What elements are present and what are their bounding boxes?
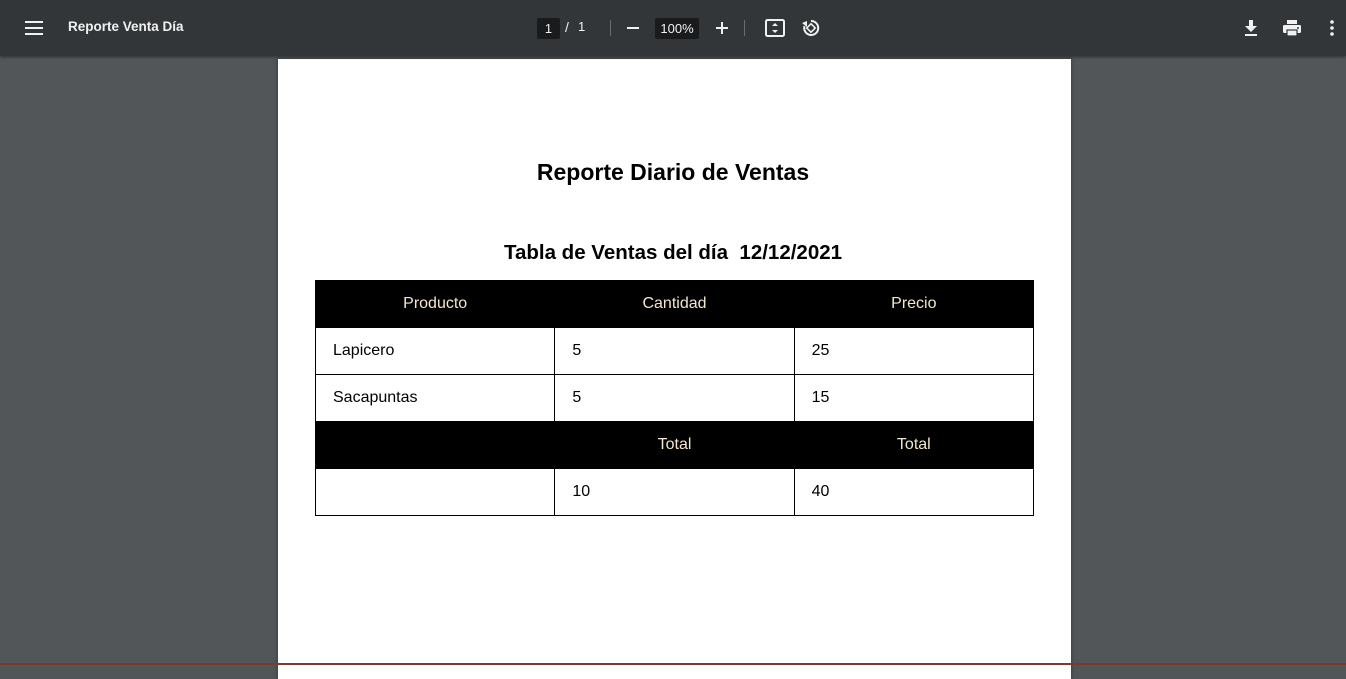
more-vertical-icon (1330, 20, 1334, 36)
column-header: Precio (794, 281, 1033, 328)
page-number-input[interactable] (537, 18, 560, 39)
fit-page-button[interactable] (761, 14, 789, 42)
page-separator: / (565, 19, 569, 35)
more-options-button[interactable] (1318, 14, 1346, 42)
total-header-cell: Total (555, 422, 794, 469)
menu-button[interactable] (20, 16, 48, 40)
table-row: Sacapuntas 5 15 (316, 375, 1034, 422)
column-header: Cantidad (555, 281, 794, 328)
print-icon (1282, 19, 1302, 37)
table-cell: 25 (794, 328, 1033, 375)
total-cell: 10 (555, 469, 794, 516)
column-header: Producto (316, 281, 555, 328)
zoom-in-button[interactable] (708, 14, 736, 42)
toolbar-divider (744, 20, 745, 36)
table-cell: 15 (794, 375, 1033, 422)
totals-row: 10 40 (316, 469, 1034, 516)
rotate-button[interactable] (797, 14, 825, 42)
report-subheading: Tabla de Ventas del día 12/12/2021 (278, 241, 1068, 265)
download-button[interactable] (1237, 14, 1265, 42)
zoom-in-icon (715, 21, 729, 35)
report-heading: Reporte Diario de Ventas (278, 159, 1068, 186)
fit-page-icon (765, 19, 785, 37)
table-cell: 5 (555, 375, 794, 422)
total-cell: 40 (794, 469, 1033, 516)
table-cell: Lapicero (316, 328, 555, 375)
total-header-row: Total Total (316, 422, 1034, 469)
table-row: Lapicero 5 25 (316, 328, 1034, 375)
toolbar-divider (610, 20, 611, 36)
pdf-toolbar: Reporte Venta Día / 1 (0, 0, 1346, 56)
total-header-cell: Total (794, 422, 1033, 469)
zoom-input[interactable] (655, 18, 699, 39)
zoom-out-icon (626, 21, 640, 35)
document-title: Reporte Venta Día (68, 19, 184, 34)
rotate-icon (801, 18, 821, 38)
zoom-out-button[interactable] (619, 14, 647, 42)
table-cell: 5 (555, 328, 794, 375)
print-button[interactable] (1278, 14, 1306, 42)
total-cell (316, 469, 555, 516)
table-cell: Sacapuntas (316, 375, 555, 422)
total-pages: 1 (578, 19, 585, 34)
table-header-row: Producto Cantidad Precio (316, 281, 1034, 328)
sales-table: Producto Cantidad Precio Lapicero 5 25 S… (315, 280, 1034, 516)
download-icon (1243, 19, 1259, 37)
menu-icon (25, 21, 43, 35)
pdf-page: Reporte Diario de Ventas Tabla de Ventas… (278, 59, 1071, 679)
total-header-cell (316, 422, 555, 469)
pdf-viewer[interactable]: Reporte Diario de Ventas Tabla de Ventas… (0, 56, 1346, 665)
